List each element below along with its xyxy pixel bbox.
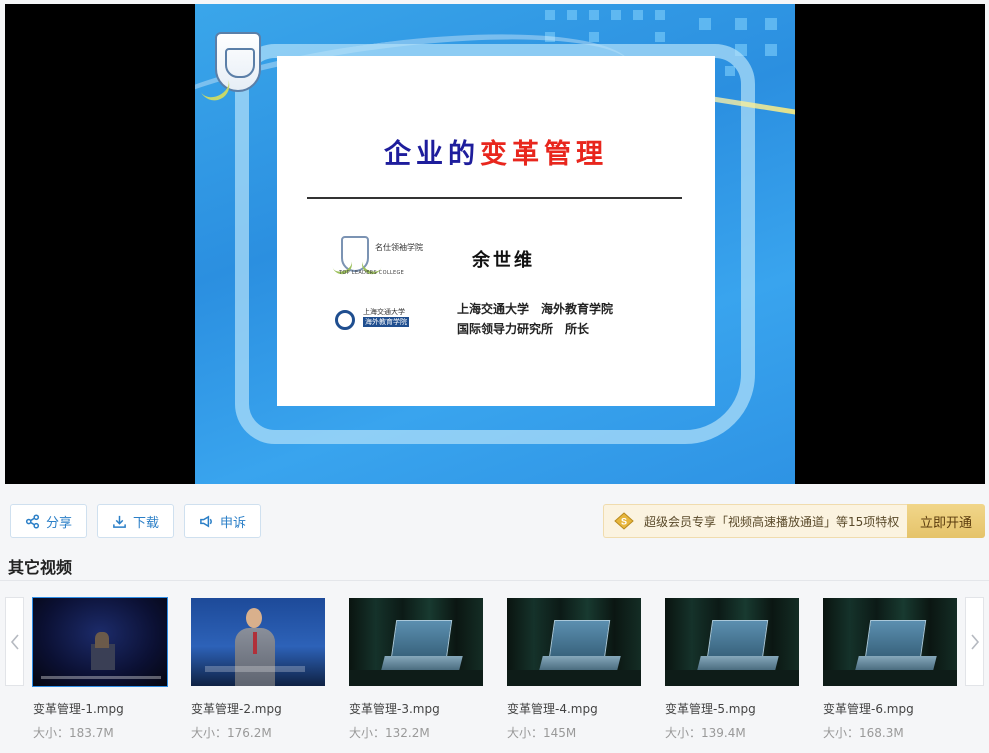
slide-author: 余世维 [472, 250, 535, 271]
video-name[interactable]: 变革管理-2.mpg [191, 700, 282, 717]
sjtu-logo: 上海交通大学 海外教育学院 [335, 304, 435, 334]
video-size: 大小：139.4M [665, 726, 746, 740]
video-thumbnail[interactable] [32, 597, 168, 687]
video-item[interactable]: 变革管理-3.mpg 大小：132.2M [349, 598, 483, 740]
video-thumbnail[interactable] [349, 598, 483, 686]
video-size: 大小：132.2M [349, 726, 430, 740]
slide-rule [307, 197, 682, 199]
vip-open-button[interactable]: 立即开通 [907, 504, 985, 538]
vip-text: 超级会员专享「视频高速播放通道」等15项特权 [644, 514, 900, 529]
section-divider [0, 580, 989, 581]
report-label: 申诉 [220, 515, 247, 531]
video-thumbnail[interactable] [507, 598, 641, 686]
slide-affiliation: 上海交通大学 海外教育学院 国际领导力研究所 所长 [457, 299, 613, 339]
share-icon [25, 513, 40, 529]
chevron-left-icon [10, 633, 19, 650]
share-label: 分享 [46, 515, 73, 531]
coin-icon: S [614, 512, 634, 530]
megaphone-icon [200, 514, 212, 528]
logo2-name: 上海交通大学 [363, 308, 405, 316]
video-thumbnail[interactable] [665, 598, 799, 686]
video-size: 大小：183.7M [33, 726, 114, 740]
video-size: 大小：145M [507, 726, 577, 740]
video-name[interactable]: 变革管理-6.mpg [823, 700, 914, 717]
slide: 企业的变革管理 名仕领袖学院 TOP LEADERS COLLEGE 余世维 上… [277, 56, 715, 406]
affiliation-line1: 上海交通大学 海外教育学院 [457, 302, 614, 316]
download-icon [113, 515, 126, 528]
other-videos-title: 其它视频 [8, 558, 73, 577]
video-size: 大小：168.3M [823, 726, 904, 740]
video-item[interactable]: 变革管理-1.mpg 大小：183.7M [32, 597, 168, 740]
video-size: 大小：176.2M [191, 726, 272, 740]
video-name[interactable]: 变革管理-1.mpg [33, 700, 124, 717]
action-bar: 分享 下载 申诉 [10, 504, 262, 538]
video-player[interactable]: 企业的变革管理 名仕领袖学院 TOP LEADERS COLLEGE 余世维 上… [5, 4, 985, 484]
affiliation-line2: 国际领导力研究所 所长 [457, 322, 590, 336]
report-button[interactable]: 申诉 [184, 504, 262, 538]
top-leaders-logo: 名仕领袖学院 TOP LEADERS COLLEGE [331, 236, 435, 278]
slide-title-part1: 企业的 [384, 139, 480, 170]
video-frame: 企业的变革管理 名仕领袖学院 TOP LEADERS COLLEGE 余世维 上… [195, 4, 795, 484]
video-thumbnail[interactable] [191, 598, 325, 686]
video-item[interactable]: 变革管理-5.mpg 大小：139.4M [665, 598, 799, 740]
download-label: 下载 [133, 515, 160, 531]
video-item[interactable]: 变革管理-2.mpg 大小：176.2M [191, 598, 325, 740]
carousel-next-button[interactable] [965, 597, 984, 686]
logo1-en: TOP LEADERS COLLEGE [339, 270, 405, 276]
share-button[interactable]: 分享 [10, 504, 88, 538]
video-name[interactable]: 变革管理-4.mpg [507, 700, 598, 717]
vip-banner: S 超级会员专享「视频高速播放通道」等15项特权 立即开通 [603, 504, 985, 538]
video-name[interactable]: 变革管理-3.mpg [349, 700, 440, 717]
video-item[interactable]: 变革管理-4.mpg 大小：145M [507, 598, 641, 740]
chevron-right-icon [970, 633, 979, 650]
video-thumbnail[interactable] [823, 598, 957, 686]
video-item[interactable]: 变革管理-6.mpg 大小：168.3M [823, 598, 957, 740]
slide-title: 企业的变革管理 [277, 132, 715, 171]
download-button[interactable]: 下载 [97, 504, 175, 538]
vip-text-box[interactable]: S 超级会员专享「视频高速播放通道」等15项特权 [603, 504, 907, 538]
slide-title-part2: 变革管理 [480, 139, 608, 170]
svg-text:S: S [621, 517, 627, 527]
carousel-prev-button[interactable] [5, 597, 24, 686]
video-name[interactable]: 变革管理-5.mpg [665, 700, 756, 717]
logo2-sub: 海外教育学院 [363, 317, 409, 327]
logo1-name: 名仕领袖学院 [375, 243, 423, 252]
